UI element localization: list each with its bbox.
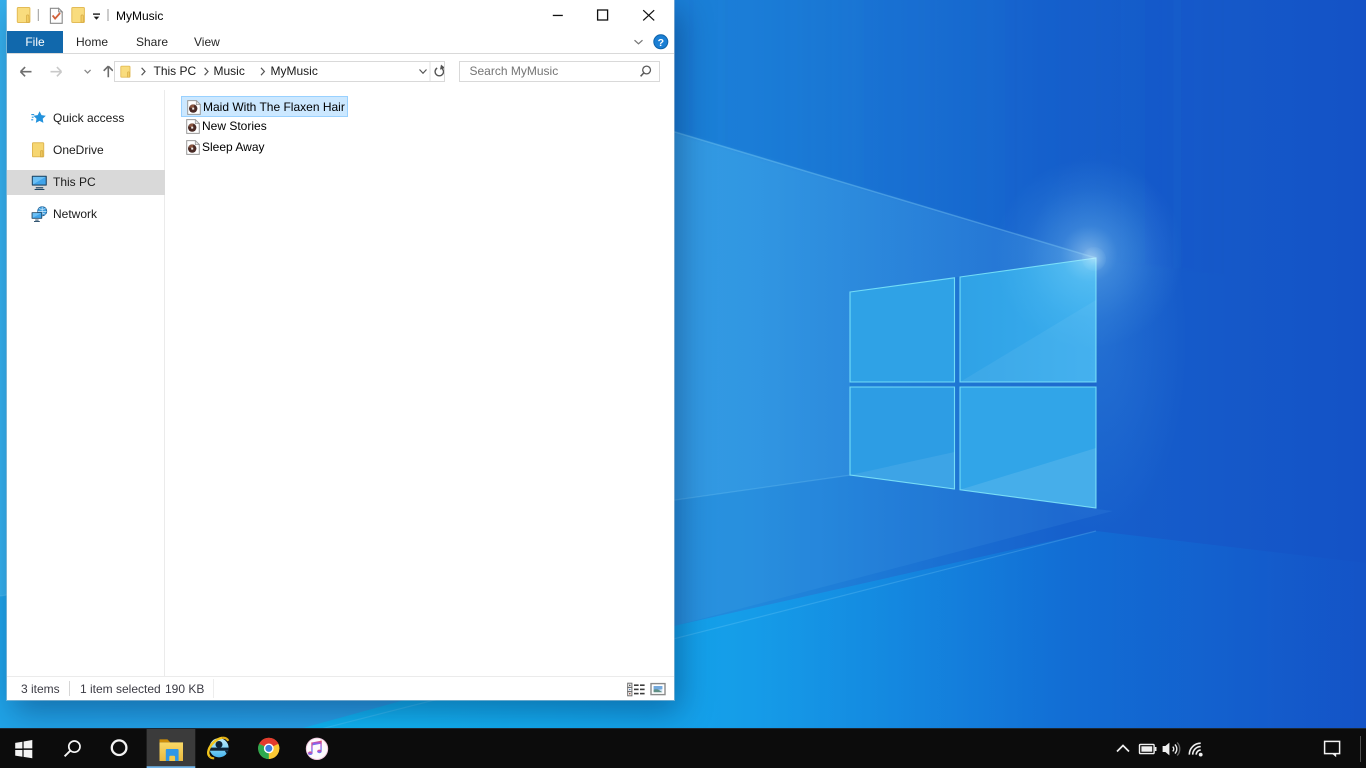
svg-text:?: ? [658, 37, 664, 49]
